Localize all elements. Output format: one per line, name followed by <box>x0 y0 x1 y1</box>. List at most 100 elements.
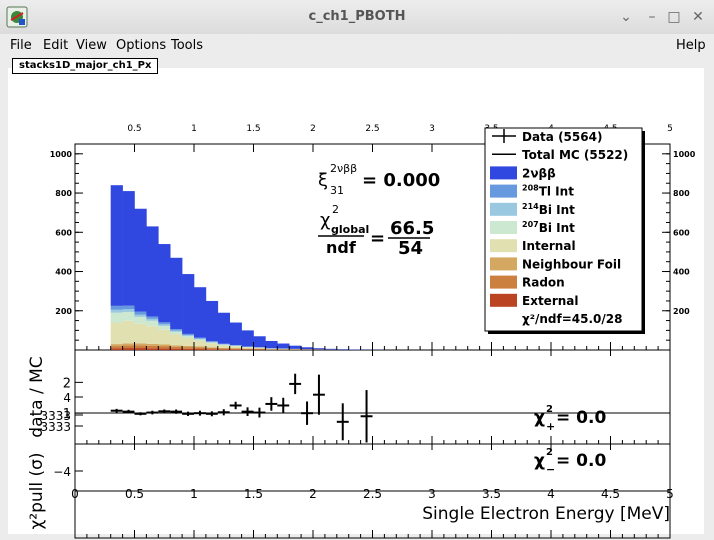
canvas-tab-label[interactable]: stacks1D_major_ch1_Px <box>12 58 159 74</box>
bar-external-10 <box>229 349 242 350</box>
bar-208tlint-8 <box>205 341 219 342</box>
bar-208tlint-2 <box>134 311 147 315</box>
bar-internal-7 <box>194 340 207 347</box>
bar-neighbourfoil-5 <box>170 345 183 347</box>
bar-neighbourfoil-4 <box>158 344 171 347</box>
bar-internal-12 <box>253 347 266 349</box>
xtick-label-7: 3.5 <box>482 487 501 501</box>
bar-207biint-1 <box>122 311 135 321</box>
chi-global-sub: global <box>331 223 369 236</box>
menu-edit[interactable]: Edit <box>43 38 68 53</box>
bar-2-2 <box>134 208 147 312</box>
top-ytick-label-right-3: 800 <box>673 189 690 198</box>
chi-global-symbol: χ <box>320 210 330 231</box>
legend-swatch-6 <box>490 239 517 253</box>
plot-canvas[interactable]: 200 200 400 400 600 600 800 800 1000 1000 0.5 1 1.5 2… <box>0 56 714 540</box>
bar-2-17 <box>313 348 326 350</box>
bar-2-15 <box>289 345 302 349</box>
bar-internal-2 <box>134 323 147 344</box>
bar-neighbourfoil-10 <box>229 348 242 349</box>
menu-help[interactable]: Help <box>676 38 706 53</box>
top-xtick-label-5: 3 <box>429 124 435 134</box>
chi-minus-value: = 0.0 <box>556 451 606 471</box>
chi-global-sup: 2 <box>332 203 339 216</box>
bar-neighbourfoil-0 <box>110 344 123 347</box>
chi-plus-sub: + <box>546 420 555 433</box>
legend-swatch-4 <box>490 202 517 216</box>
bar-2-16 <box>301 347 314 350</box>
menu-tools[interactable]: Tools <box>171 38 203 53</box>
bar-neighbourfoil-7 <box>194 346 207 348</box>
bar-207biint-5 <box>170 331 183 335</box>
bar-214biint-8 <box>205 341 219 343</box>
bar-radon-5 <box>170 346 183 349</box>
bar-internal-0 <box>110 322 123 345</box>
menu-view[interactable]: View <box>76 38 107 53</box>
bar-208tlint-5 <box>170 329 183 331</box>
bar-214biint-7 <box>194 338 207 340</box>
bar-214biint-2 <box>134 314 147 317</box>
bar-2-1 <box>122 191 135 306</box>
top-xtick-label-1: 1 <box>191 124 197 134</box>
bar-neighbourfoil-3 <box>146 343 159 346</box>
legend-label-0: Data (5564) <box>522 130 602 144</box>
bar-external-0 <box>110 348 123 350</box>
bar-2-8 <box>205 300 219 342</box>
menu-options[interactable]: Options <box>116 38 166 53</box>
bar-2-18 <box>324 348 338 350</box>
shade-button[interactable]: – <box>644 9 660 25</box>
bar-radon-8 <box>205 348 219 350</box>
bar-214biint-1 <box>122 309 135 312</box>
bar-external-4 <box>158 348 171 350</box>
legend-swatch-5 <box>490 221 517 234</box>
top-xtick-label-9: 5 <box>667 124 673 134</box>
legend-swatch-9 <box>490 293 517 307</box>
bar-214biint-5 <box>170 330 183 332</box>
bar-radon-0 <box>110 346 123 349</box>
top-xtick-label-0: 0.5 <box>127 124 141 134</box>
bar-radon-4 <box>158 346 171 349</box>
bar-2-11 <box>241 330 254 347</box>
legend-shadow-right <box>642 131 645 334</box>
pull-ylabel: χ²pull (σ) <box>27 452 47 529</box>
bar-radon-10 <box>229 348 242 350</box>
legend-swatch-7 <box>490 257 517 271</box>
chi-denominator: 54 <box>398 238 423 259</box>
bar-external-5 <box>170 348 183 350</box>
legend-label-sup-3: 208 <box>522 184 539 193</box>
legend-label-9: External <box>522 294 578 308</box>
top-xtick-label-4: 2.5 <box>365 124 379 134</box>
bar-2-19 <box>336 349 349 350</box>
legend-swatch-2 <box>490 166 517 180</box>
bar-radon-11 <box>241 349 254 350</box>
bar-internal-3 <box>146 326 159 344</box>
pull-ytick-label-0: 4 <box>63 391 71 405</box>
bar-2-12 <box>253 336 266 348</box>
chi-numerator: 66.5 <box>390 218 434 239</box>
bar-2-0 <box>110 185 123 306</box>
bar-external-2 <box>134 348 147 350</box>
maximize-button[interactable]: □ <box>666 9 682 25</box>
top-xtick-label-2: 1.5 <box>246 124 260 134</box>
bar-2-9 <box>217 312 230 344</box>
top-ytick-label-right-0: 200 <box>673 307 690 316</box>
legend-label-main-4: Bi Int <box>539 203 575 217</box>
xtick-label-10: 5 <box>666 487 674 501</box>
bar-214biint-0 <box>110 309 123 313</box>
bar-radon-3 <box>146 345 159 349</box>
close-button[interactable]: ✕ <box>690 9 706 25</box>
minimize-button[interactable]: ⌄ <box>618 9 634 25</box>
chi-equals: = <box>370 228 385 249</box>
top-ytick-label-0: 200 <box>55 307 72 316</box>
bar-207biint-3 <box>146 320 159 327</box>
top-xtick-label-3: 2 <box>310 124 316 134</box>
legend-label-sup-5: 207 <box>522 220 539 229</box>
menu-file[interactable]: File <box>10 38 32 53</box>
bar-external-6 <box>182 348 195 350</box>
bar-2-6 <box>182 274 195 334</box>
top-ytick-label-2: 600 <box>55 228 72 237</box>
xtick-label-8: 4 <box>547 487 555 501</box>
bar-neighbourfoil-8 <box>205 347 219 349</box>
chi-ndf: ndf <box>326 238 357 257</box>
bar-2-5 <box>170 257 183 330</box>
